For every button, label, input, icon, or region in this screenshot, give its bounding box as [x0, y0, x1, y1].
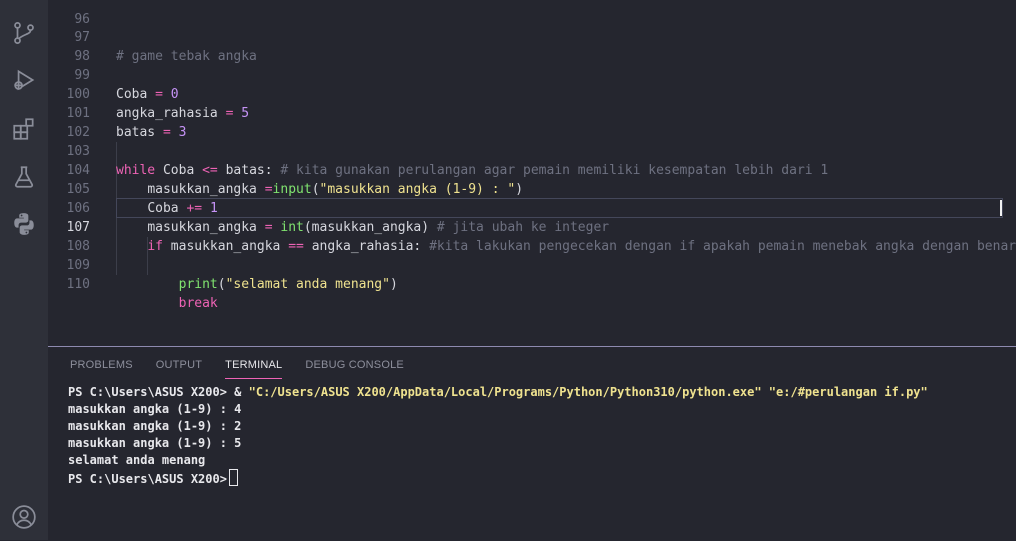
code-line: 101 batas = 3 [48, 85, 1016, 140]
code-line: 97 # game tebak angka [48, 9, 1016, 64]
terminal-line: selamat anda menang [68, 453, 206, 467]
account-icon[interactable] [8, 501, 40, 533]
run-debug-icon[interactable] [8, 64, 40, 96]
code-text: print("selamat anda menang") [178, 277, 398, 292]
code-line: 102 [48, 104, 1016, 140]
tab-debug-console[interactable]: DEBUG CONSOLE [305, 359, 404, 379]
terminal-line: PS C:\Users\ASUS X200> & "C:/Users/ASUS … [68, 385, 928, 399]
code-editor[interactable]: 96 97 # game tebak angka 98 99 Coba = 0 … [48, 0, 1016, 346]
testing-icon[interactable] [8, 161, 40, 193]
terminal-line: masukkan angka (1-9) : 4 [68, 402, 242, 416]
terminal-output[interactable]: PS C:\Users\ASUS X200> & "C:/Users/ASUS … [68, 384, 928, 488]
terminal-line: masukkan angka (1-9) : 2 [68, 419, 242, 433]
extensions-icon[interactable] [8, 113, 40, 145]
code-line: 99 Coba = 0 [48, 47, 1016, 102]
code-line: 98 [48, 28, 1016, 64]
python-icon[interactable] [8, 208, 40, 240]
tab-output[interactable]: OUTPUT [156, 359, 202, 379]
code-line: 105 Coba += 1 [48, 161, 1016, 216]
text-cursor [1000, 200, 1002, 216]
code-line: 109 print("selamat anda menang") [48, 237, 1016, 292]
code-line: 108 [48, 218, 1016, 254]
bottom-panel: PROBLEMS OUTPUT TERMINAL DEBUG CONSOLE P… [48, 346, 1016, 541]
code-line: 107 if masukkan_angka == angka_rahasia: … [48, 199, 1016, 254]
panel-tabs: PROBLEMS OUTPUT TERMINAL DEBUG CONSOLE [70, 359, 427, 379]
tab-problems[interactable]: PROBLEMS [70, 359, 133, 379]
terminal-prompt: PS C:\Users\ASUS X200> [68, 469, 238, 486]
code-line: 104 masukkan_angka =input("masukkan angk… [48, 142, 1016, 197]
code-text: break [178, 296, 218, 311]
terminal-line: masukkan angka (1-9) : 5 [68, 436, 242, 450]
source-control-icon[interactable] [8, 17, 40, 49]
code-line: 106 masukkan_angka = int(masukkan_angka)… [48, 180, 1016, 235]
line-number: 110 [66, 277, 90, 292]
activity-bar [0, 0, 48, 540]
terminal-cursor [228, 469, 238, 486]
code-line: 110 break [48, 256, 1016, 311]
code-line: 103 while Coba <= batas: # kita gunakan … [48, 123, 1016, 178]
code-line: 100 angka_rahasia = 5 [48, 66, 1016, 121]
tab-terminal[interactable]: TERMINAL [225, 359, 283, 379]
